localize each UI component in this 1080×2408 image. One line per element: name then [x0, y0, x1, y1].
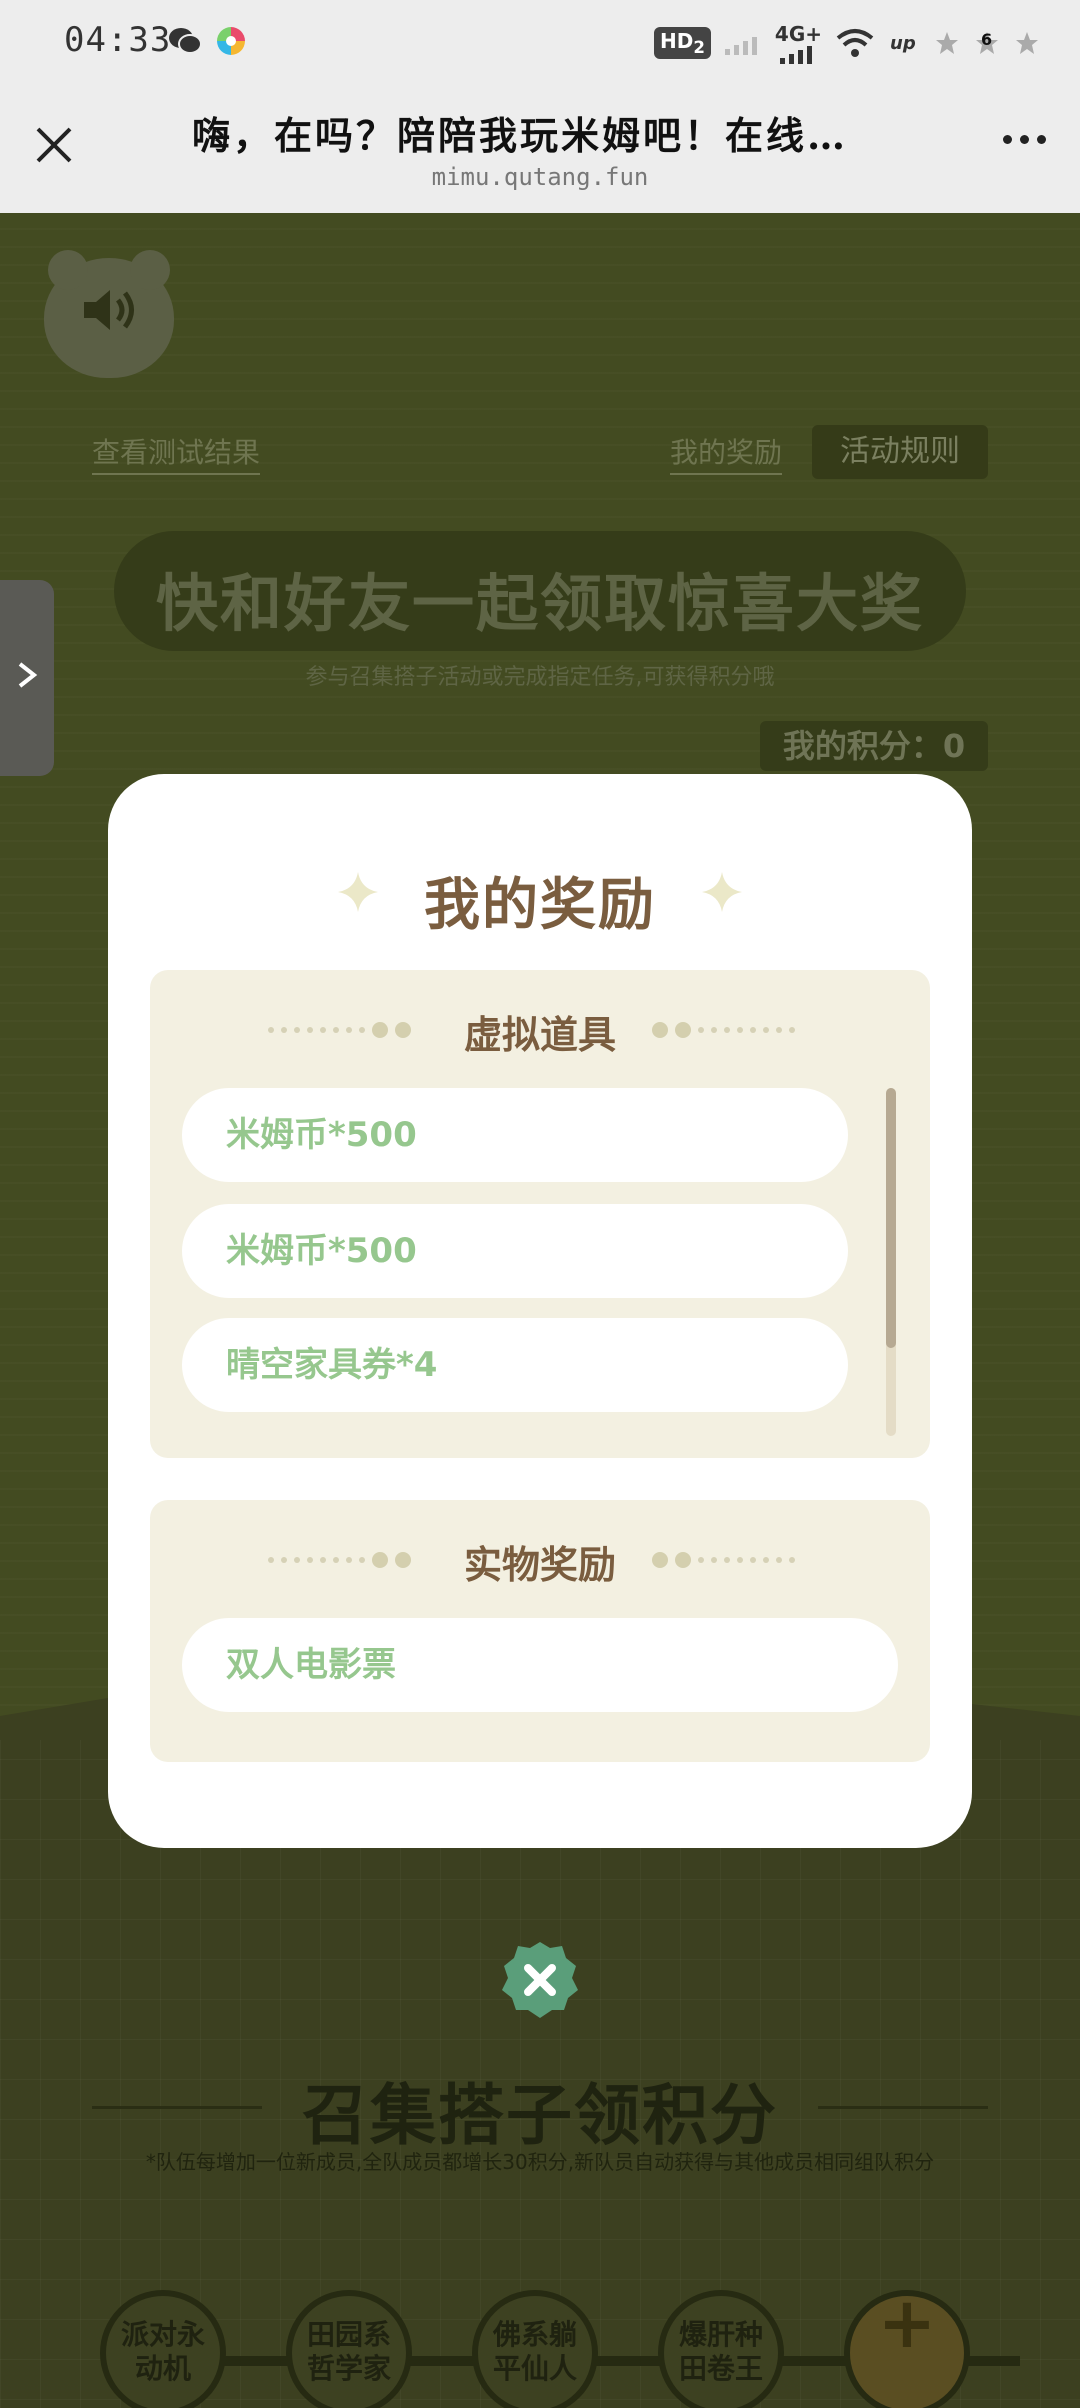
signal-weak-icon — [724, 37, 757, 55]
banner-subtitle: 参与召集搭子活动或完成指定任务,可获得积分哦 — [305, 665, 775, 690]
side-drawer-tab[interactable] — [0, 580, 54, 776]
persona-line1: 佛系躺 — [492, 2318, 577, 2351]
sparkle-icon — [702, 872, 742, 912]
status-right-icons: HD2 4G+ up 6 — [653, 22, 1040, 64]
status-app-icons — [168, 26, 246, 56]
persona-badge[interactable]: 佛系躺 平仙人 — [472, 2290, 598, 2408]
section-note: *队伍每增加一位新成员,全队成员都增长30积分,新队员自动获得与其他成员相同组队… — [145, 2150, 935, 2174]
view-test-result-link[interactable]: 查看测试结果 — [92, 431, 261, 475]
wifi-icon — [836, 29, 874, 57]
panel-header: 实物奖励 — [150, 1530, 930, 1590]
persona-line2: 田卷王 — [678, 2352, 763, 2385]
hd-badge: HD2 — [653, 27, 711, 59]
page-title: 嗨，在吗？陪陪我玩米姆吧！在线… — [191, 113, 848, 158]
persona-line1: 派对永 — [120, 2318, 205, 2351]
virtual-rewards-panel: 虚拟道具 米姆币*500 米姆币*500 晴空家具券*4 — [150, 970, 930, 1458]
my-points-badge: 我的积分：0 — [760, 721, 988, 771]
chevron-right-icon — [18, 662, 38, 688]
page-domain: mimu.qutang.fun — [431, 163, 649, 191]
persona-badge[interactable]: 派对永 动机 — [100, 2290, 226, 2408]
dot-icon — [1037, 135, 1046, 144]
persona-line2: 平仙人 — [492, 2352, 577, 2385]
divider-dots — [652, 1552, 795, 1568]
physical-rewards-panel: 实物奖励 双人电影票 — [150, 1500, 930, 1762]
persona-line2: 动机 — [134, 2352, 191, 2385]
virtual-section-label: 虚拟道具 — [463, 1013, 616, 1057]
physical-section-label: 实物奖励 — [463, 1543, 616, 1587]
activity-rules-button[interactable]: 活动规则 — [812, 425, 988, 479]
status-bar: 04:33 HD2 4G+ up 6 — [0, 0, 1080, 85]
persona-badge[interactable]: 爆肝种 田卷王 — [658, 2290, 784, 2408]
section-title: 召集搭子领积分 — [302, 2077, 778, 2154]
app-up-icon: up — [890, 33, 916, 54]
modal-title: 我的奖励 — [424, 873, 656, 938]
dot-icon — [1020, 135, 1029, 144]
reward-item: 双人电影票 — [182, 1618, 898, 1712]
reward-item: 米姆币*500 — [182, 1088, 848, 1182]
star-icon — [1016, 32, 1038, 54]
persona-row: 派对永 动机 田园系 哲学家 佛系躺 平仙人 爆肝种 田卷王 + — [100, 2288, 1020, 2408]
scrollbar-thumb[interactable] — [886, 1088, 896, 1348]
signal-strong-icon — [780, 46, 813, 64]
speaker-icon — [84, 290, 134, 330]
my-rewards-link[interactable]: 我的奖励 — [670, 431, 783, 475]
browser-header: 嗨，在吗？陪陪我玩米姆吧！在线… mimu.qutang.fun — [0, 85, 1080, 213]
hd-label: HD — [659, 29, 694, 53]
close-modal-icon[interactable] — [500, 1940, 580, 2020]
network-label: 4G+ — [774, 22, 822, 46]
star-icon — [936, 32, 958, 54]
banner-title: 快和好友一起领取惊喜大奖 — [155, 567, 924, 640]
add-member-button[interactable]: + — [844, 2288, 970, 2408]
reward-item: 米姆币*500 — [182, 1204, 848, 1298]
more-options-button[interactable] — [1003, 135, 1046, 144]
my-rewards-modal: 我的奖励 虚拟道具 米姆币*500 米姆币*500 晴空家具券*4 实物奖励 双… — [108, 774, 972, 1848]
persona-line2: 哲学家 — [306, 2352, 391, 2385]
panel-header: 虚拟道具 — [150, 1000, 930, 1060]
svg-text:up: up — [890, 33, 916, 54]
persona-line1: 爆肝种 — [678, 2318, 763, 2351]
persona-badge[interactable]: 田园系 哲学家 — [286, 2290, 412, 2408]
divider-dots — [652, 1022, 795, 1038]
rewards-scrollbar[interactable] — [886, 1088, 896, 1436]
network-type-icon: 4G+ — [775, 22, 822, 64]
hd-sub: 2 — [693, 38, 705, 57]
app-pinwheel-icon — [217, 27, 245, 55]
status-time: 04:33 — [64, 20, 172, 60]
persona-line1: 田园系 — [306, 2318, 391, 2351]
wechat-icon — [169, 28, 202, 54]
dot-icon — [1003, 135, 1012, 144]
sound-toggle-button[interactable] — [44, 250, 174, 378]
battery-icon: 6 — [974, 30, 1000, 56]
battery-level: 6 — [981, 30, 993, 49]
reward-item: 晴空家具券*4 — [182, 1318, 848, 1412]
banner: 快和好友一起领取惊喜大奖 — [114, 531, 966, 651]
